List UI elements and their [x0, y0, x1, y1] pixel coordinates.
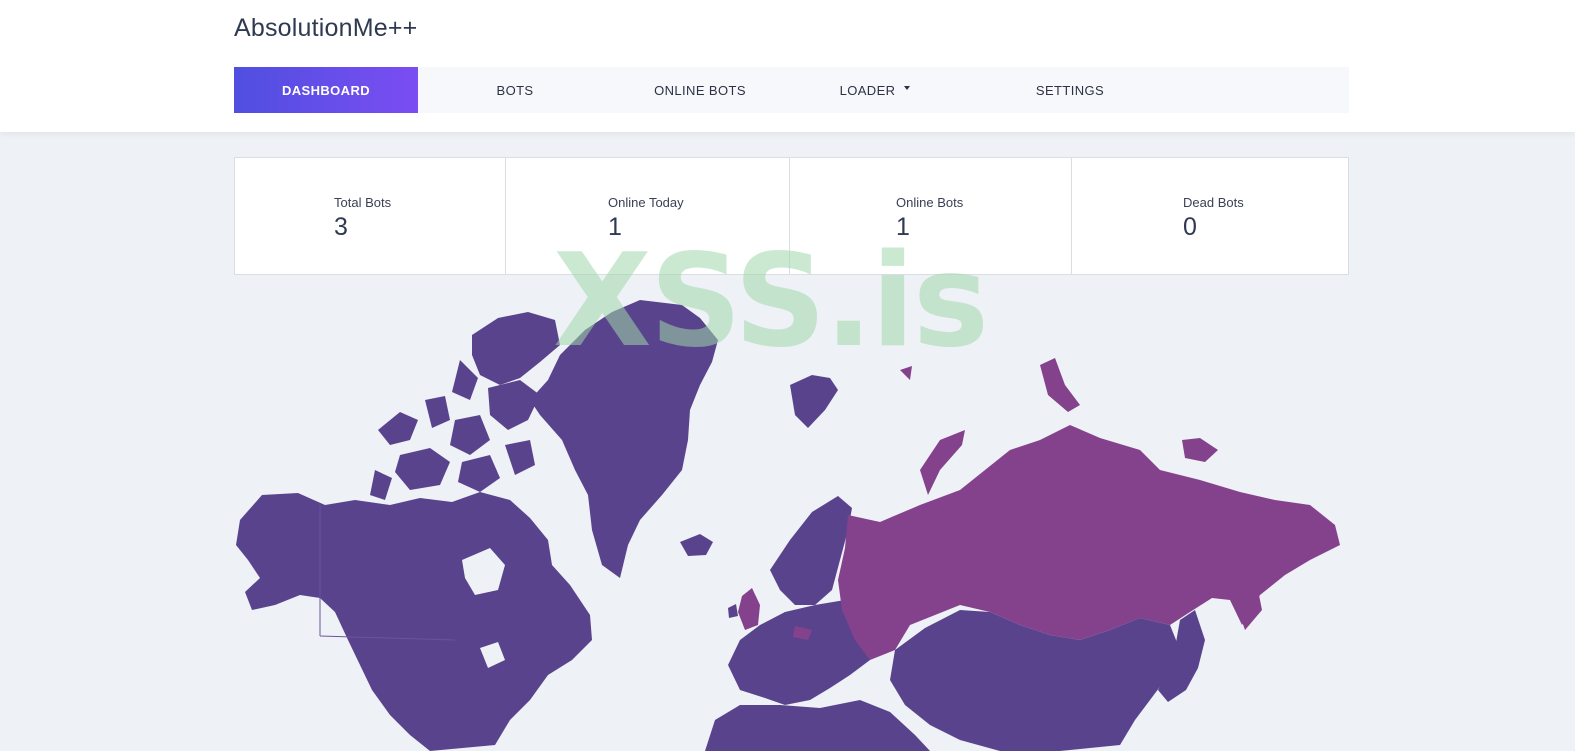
stat-value: 0	[1183, 213, 1197, 241]
caret-down-icon	[904, 86, 911, 90]
stat-value: 3	[334, 213, 348, 241]
stat-label: Online Today	[608, 195, 684, 210]
main-nav: DASHBOARD BOTS ONLINE BOTS LOADER SETTIN…	[234, 67, 1349, 113]
stat-label: Total Bots	[334, 195, 392, 210]
stat-card-online-today: Online Today 1	[506, 158, 790, 274]
nav-dashboard[interactable]: DASHBOARD	[234, 67, 418, 113]
stat-label: Dead Bots	[1183, 195, 1244, 210]
nav-loader-label: LOADER	[839, 82, 896, 98]
nav-loader[interactable]: LOADER	[831, 67, 919, 113]
stat-card-dead-bots: Dead Bots 0	[1072, 158, 1348, 274]
stats-panel: Total Bots 3 Online Today 1 Online Bots …	[234, 157, 1349, 275]
stat-value: 1	[896, 213, 910, 241]
map-region-iceland[interactable]	[680, 534, 713, 556]
nav-bots[interactable]: BOTS	[469, 67, 561, 113]
map-region-united-kingdom[interactable]	[728, 588, 760, 630]
map-region-north-america[interactable]	[236, 492, 592, 751]
map-region-svalbard[interactable]	[790, 375, 838, 428]
top-header: AbsolutionMe++ DASHBOARD BOTS ONLINE BOT…	[0, 0, 1575, 132]
stat-label: Online Bots	[896, 195, 964, 210]
map-region-canada-arctic[interactable]	[370, 312, 560, 500]
map-region-middle-east-africa[interactable]	[705, 700, 930, 751]
world-map[interactable]	[0, 280, 1575, 751]
app-title: AbsolutionMe++	[234, 14, 418, 42]
map-region-russia[interactable]	[838, 358, 1340, 660]
stat-card-total-bots: Total Bots 3	[235, 158, 506, 274]
stat-value: 1	[608, 213, 622, 241]
nav-settings[interactable]: SETTINGS	[1029, 67, 1111, 113]
nav-online-bots[interactable]: ONLINE BOTS	[644, 67, 756, 113]
stat-card-online-bots: Online Bots 1	[790, 158, 1072, 274]
